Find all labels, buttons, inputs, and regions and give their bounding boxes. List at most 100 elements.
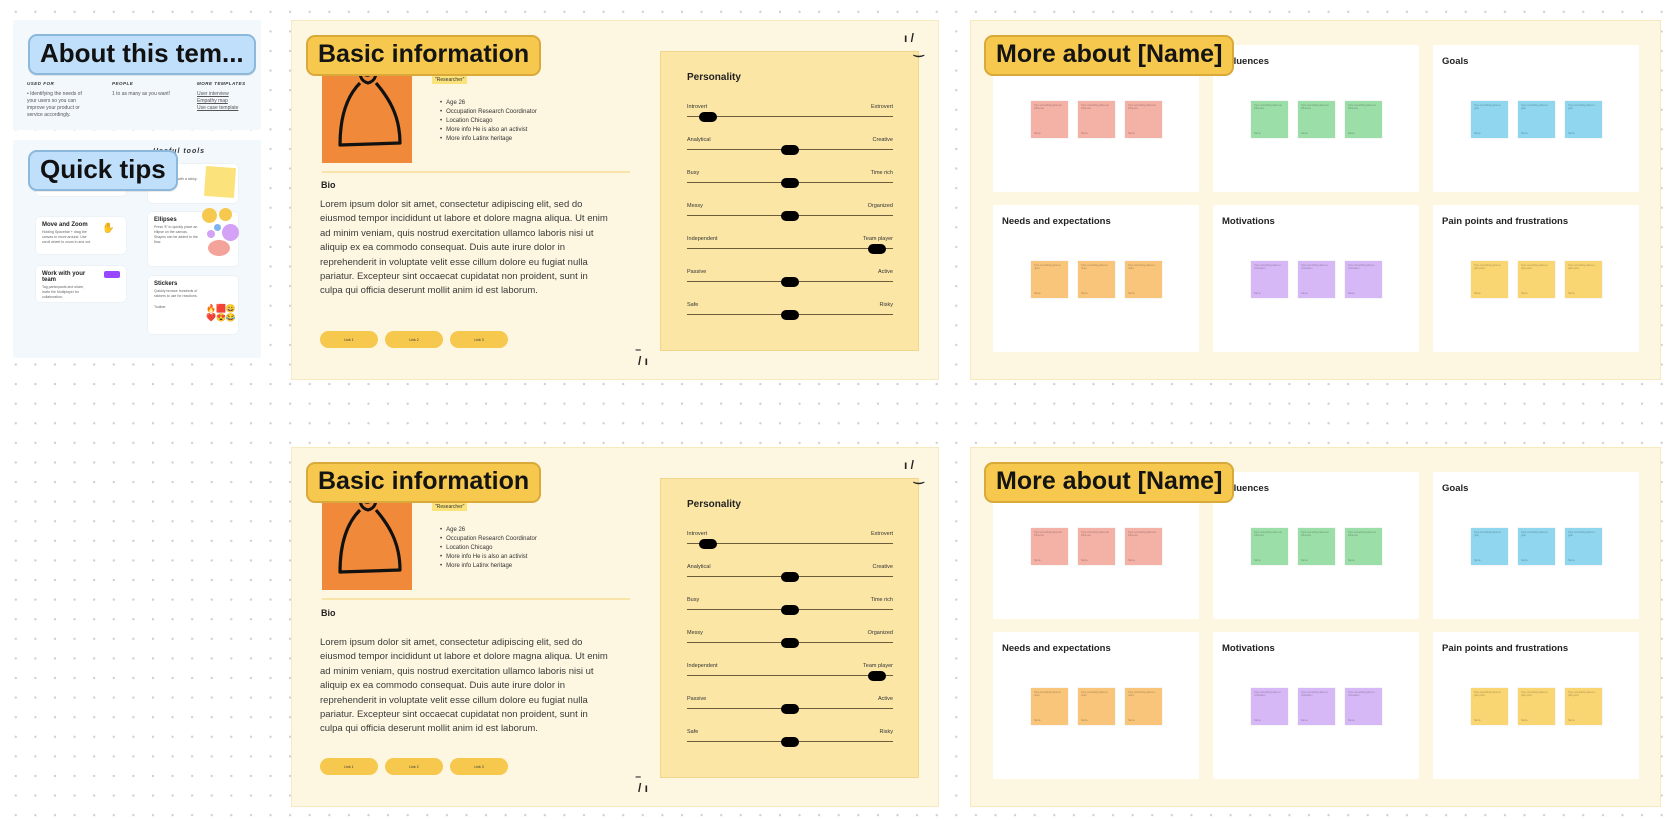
personality-slider[interactable]: Introvert Extrovert	[687, 104, 893, 126]
category-card[interactable]: Influences Type something about an influe…	[1213, 472, 1419, 619]
sticky-note[interactable]: Type something about an influence Name	[1125, 528, 1162, 565]
persona-fact[interactable]: More info He is also an activist	[440, 553, 537, 562]
slider-knob[interactable]	[781, 177, 799, 188]
link-button-1[interactable]: Link 1	[320, 758, 378, 775]
sticky-note[interactable]: Type something about an influence Name	[1298, 101, 1335, 138]
slider-knob[interactable]	[698, 111, 717, 122]
sticky-note[interactable]: Type something about a goal Name	[1471, 528, 1508, 565]
category-card[interactable]: Influences Type something about an influe…	[1213, 45, 1419, 192]
slider-knob[interactable]	[698, 538, 717, 549]
sticky-note[interactable]: Type something about a motivation Name	[1251, 688, 1288, 725]
basic-info-label[interactable]: Basic information	[306, 35, 542, 76]
personality-slider[interactable]: Safe Risky	[687, 729, 893, 751]
persona-avatar[interactable]	[322, 489, 412, 590]
personality-slider[interactable]: Passive Active	[687, 269, 893, 291]
persona-fact[interactable]: Occupation Research Coordinator	[440, 108, 537, 117]
sticky-note[interactable]: Type something about a motivation Name	[1298, 688, 1335, 725]
sticky-note[interactable]: Type something about an influence Name	[1078, 101, 1115, 138]
link-button-2[interactable]: Link 2	[385, 331, 443, 348]
personality-slider[interactable]: Passive Active	[687, 696, 893, 718]
sticky-note[interactable]: Type something about an influence Name	[1298, 528, 1335, 565]
sticky-note[interactable]: Type something about a goal Name	[1565, 528, 1602, 565]
sticky-note[interactable]: Type something about a motivation Name	[1298, 261, 1335, 298]
personality-slider[interactable]: Analytical Creative	[687, 137, 893, 159]
more-about-label[interactable]: More about [Name]	[984, 35, 1235, 76]
sticky-note[interactable]: Type something about an influence Name	[1251, 528, 1288, 565]
personality-slider[interactable]: Busy Time rich	[687, 170, 893, 192]
sticky-note[interactable]: Type something about a need Name	[1031, 688, 1068, 725]
link-button-3[interactable]: Link 3	[450, 758, 508, 775]
slider-knob[interactable]	[781, 604, 799, 615]
slider-knob[interactable]	[867, 243, 886, 254]
sticky-note[interactable]: Type something about a pain point Name	[1518, 688, 1555, 725]
personality-panel[interactable]: Personality Introvert Extrovert Analytical…	[660, 51, 919, 351]
persona-fact[interactable]: More info Latinx heritage	[440, 562, 537, 571]
slider-knob[interactable]	[781, 571, 799, 582]
template-link[interactable]: Use case template	[197, 105, 251, 112]
personality-slider[interactable]: Introvert Extrovert	[687, 531, 893, 553]
slider-track[interactable]	[687, 675, 893, 676]
sticky-note[interactable]: Type something about a pain point Name	[1565, 261, 1602, 298]
slider-knob[interactable]	[781, 637, 799, 648]
sticky-note[interactable]: Type something about an influence Name	[1078, 528, 1115, 565]
more-about-label[interactable]: More about [Name]	[984, 462, 1235, 503]
about-section-label[interactable]: About this tem...	[28, 34, 256, 75]
sticky-note[interactable]: Type something about an influence Name	[1031, 528, 1068, 565]
category-card[interactable]: Motivations Type something about a motiva…	[1213, 632, 1419, 779]
link-button-2[interactable]: Link 2	[385, 758, 443, 775]
personality-slider[interactable]: Busy Time rich	[687, 597, 893, 619]
sticky-note[interactable]: Type something about a pain point Name	[1565, 688, 1602, 725]
persona-role-tag[interactable]: "Researcher"	[432, 76, 468, 84]
persona-avatar[interactable]	[322, 62, 412, 163]
bio-text[interactable]: Lorem ipsum dolor sit amet, consectetur …	[320, 636, 610, 737]
sticky-note[interactable]: Type something about an influence Name	[1251, 101, 1288, 138]
template-link[interactable]: Empathy map	[197, 98, 251, 105]
persona-fact[interactable]: More info Latinx heritage	[440, 135, 537, 144]
sticky-note[interactable]: Type something about a need Name	[1125, 261, 1162, 298]
slider-knob[interactable]	[781, 736, 799, 747]
category-card[interactable]: Needs and expectations Type something abo…	[993, 632, 1199, 779]
personality-slider[interactable]: Analytical Creative	[687, 564, 893, 586]
persona-fact[interactable]: More info He is also an activist	[440, 126, 537, 135]
persona-fact[interactable]: Occupation Research Coordinator	[440, 535, 537, 544]
sticky-note[interactable]: Type something about a need Name	[1031, 261, 1068, 298]
slider-track[interactable]	[687, 248, 893, 249]
sticky-note[interactable]: Type something about a motivation Name	[1345, 261, 1382, 298]
slider-knob[interactable]	[781, 144, 799, 155]
link-button-3[interactable]: Link 3	[450, 331, 508, 348]
category-card[interactable]: Pain points and frustrations Type somethi…	[1433, 632, 1639, 779]
link-button-1[interactable]: Link 1	[320, 331, 378, 348]
sticky-note[interactable]: Type something about an influence Name	[1345, 528, 1382, 565]
persona-fact[interactable]: Location Chicago	[440, 544, 537, 553]
template-link[interactable]: User interview	[197, 91, 251, 98]
sticky-note[interactable]: Type something about an influence Name	[1345, 101, 1382, 138]
persona-fact[interactable]: Age 26	[440, 526, 537, 535]
slider-knob[interactable]	[781, 703, 799, 714]
slider-knob[interactable]	[867, 670, 886, 681]
personality-slider[interactable]: Independent Team player	[687, 236, 893, 258]
sticky-note[interactable]: Type something about a goal Name	[1565, 101, 1602, 138]
sticky-note[interactable]: Type something about an influence Name	[1125, 101, 1162, 138]
sticky-note[interactable]: Type something about a pain point Name	[1518, 261, 1555, 298]
sticky-note[interactable]: Type something about a goal Name	[1518, 101, 1555, 138]
sticky-note[interactable]: Type something about a pain point Name	[1471, 688, 1508, 725]
category-card[interactable]: Goals Type something about a goal Name Type…	[1433, 472, 1639, 619]
sticky-note[interactable]: Type something about a motivation Name	[1251, 261, 1288, 298]
bio-text[interactable]: Lorem ipsum dolor sit amet, consectetur …	[320, 198, 610, 299]
basic-info-label[interactable]: Basic information	[306, 462, 542, 503]
slider-knob[interactable]	[781, 276, 799, 287]
slider-track[interactable]	[687, 116, 893, 117]
personality-slider[interactable]: Independent Team player	[687, 663, 893, 685]
personality-panel[interactable]: Personality Introvert Extrovert Analytical…	[660, 478, 919, 778]
persona-fact[interactable]: Age 26	[440, 99, 537, 108]
quick-tips-label[interactable]: Quick tips	[28, 150, 178, 191]
persona-role-tag[interactable]: "Researcher"	[432, 503, 468, 511]
category-card[interactable]: Goals Type something about a goal Name Type…	[1433, 45, 1639, 192]
personality-slider[interactable]: Safe Risky	[687, 302, 893, 324]
sticky-note[interactable]: Type something about an influence Name	[1031, 101, 1068, 138]
sticky-note[interactable]: Type something about a need Name	[1078, 688, 1115, 725]
slider-knob[interactable]	[781, 309, 799, 320]
persona-fact[interactable]: Location Chicago	[440, 117, 537, 126]
personality-slider[interactable]: Messy Organized	[687, 203, 893, 225]
category-card[interactable]: Pain points and frustrations Type somethi…	[1433, 205, 1639, 352]
